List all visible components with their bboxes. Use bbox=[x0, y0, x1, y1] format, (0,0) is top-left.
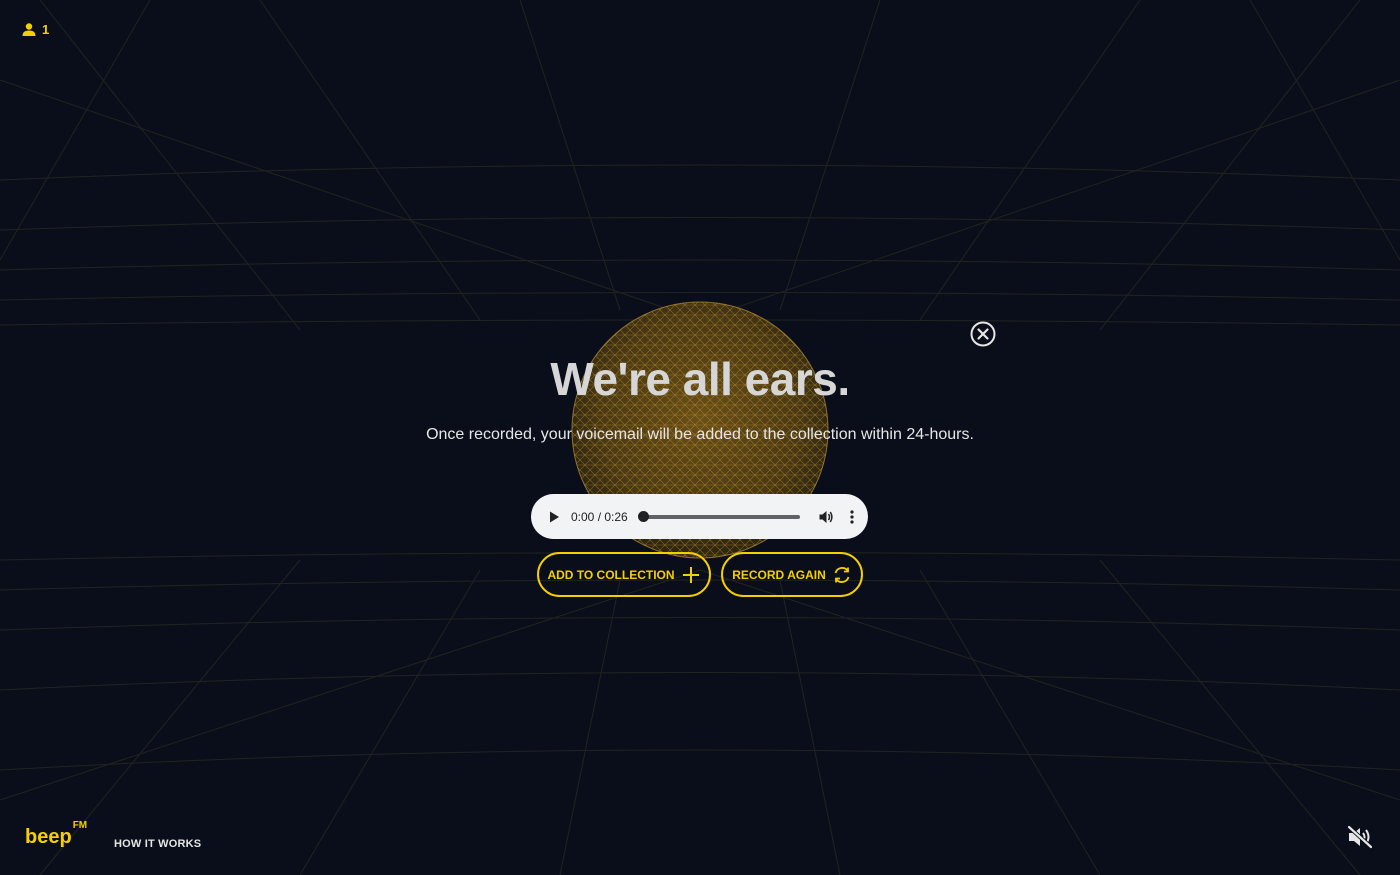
mute-toggle-button[interactable] bbox=[1346, 824, 1374, 850]
listener-count: 1 bbox=[22, 22, 49, 37]
how-it-works-link[interactable]: HOW IT WORKS bbox=[114, 838, 201, 850]
progress-track[interactable] bbox=[637, 510, 800, 522]
record-again-button[interactable]: RECORD AGAIN bbox=[721, 552, 863, 597]
user-icon bbox=[22, 23, 36, 36]
time-display: 0:00 / 0:26 bbox=[571, 509, 628, 524]
brand-logo[interactable]: beepFM bbox=[25, 820, 87, 849]
speaker-muted-icon bbox=[1347, 825, 1373, 849]
close-button[interactable] bbox=[970, 321, 996, 347]
progress-thumb[interactable] bbox=[637, 510, 649, 522]
add-to-collection-button[interactable]: ADD TO COLLECTION bbox=[537, 552, 711, 597]
page-title: We're all ears. bbox=[550, 353, 850, 405]
volume-icon[interactable] bbox=[818, 509, 834, 525]
refresh-icon bbox=[834, 566, 850, 583]
audio-player[interactable]: 0:00 / 0:26 bbox=[531, 494, 868, 539]
record-again-label: RECORD AGAIN bbox=[732, 567, 826, 582]
more-vertical-icon[interactable] bbox=[850, 509, 854, 524]
page-subtitle: Once recorded, your voicemail will be ad… bbox=[426, 426, 974, 443]
play-icon[interactable] bbox=[547, 510, 561, 524]
logo-text: beep bbox=[25, 826, 72, 848]
listener-count-value: 1 bbox=[42, 22, 50, 37]
logo-superscript: FM bbox=[72, 820, 88, 832]
add-to-collection-label: ADD TO COLLECTION bbox=[547, 567, 675, 582]
app-stage: 1 We're all ears. Once recorded, your vo… bbox=[0, 0, 1400, 875]
plus-icon bbox=[682, 566, 699, 583]
close-circle-icon bbox=[970, 321, 996, 347]
